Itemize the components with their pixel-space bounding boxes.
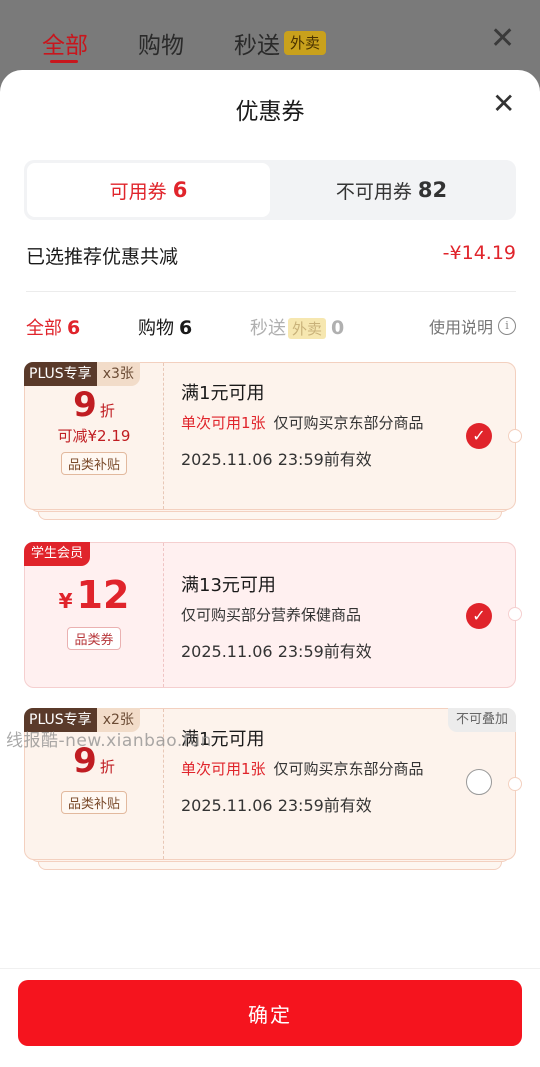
coupon-info: 满13元可用 仅可购买部分营养保健商品 2025.11.06 23:59前有效: [181, 571, 451, 662]
coupon-card[interactable]: PLUS专享 x3张 9折 可减¥2.19 品类补贴 满1元可用 单次可用1张仅…: [24, 362, 522, 510]
coupon-quantity-tag: x3张: [96, 362, 140, 386]
filter-shopping[interactable]: 购物 6: [138, 314, 192, 340]
filter-all-count: 6: [67, 317, 81, 339]
coupon-discount: 9折: [73, 385, 115, 425]
usage-label: 使用说明: [428, 318, 493, 337]
filter-all[interactable]: 全部 6: [26, 314, 80, 340]
coupon-condition: 满13元可用: [181, 575, 276, 596]
coupon-category-pill: 品类补贴: [60, 452, 127, 475]
divider: [26, 291, 516, 292]
coupon-desc: 单次可用1张 仅可购买京东部分商品: [181, 760, 424, 778]
coupon-tag: 学生会员: [24, 542, 91, 566]
discount-summary: 已选推荐优惠共减 -¥14.19: [26, 242, 516, 272]
coupon-divider: [163, 363, 164, 509]
close-icon[interactable]: ✕: [492, 90, 515, 118]
coupon-value-block: ¥12 品类券: [25, 573, 163, 650]
backdrop-tab-flash[interactable]: 秒送: [234, 26, 280, 60]
summary-label: 已选推荐优惠共减: [26, 246, 179, 268]
coupon-saving: 可减¥2.19: [57, 427, 131, 445]
filter-flash-label: 秒送: [250, 318, 286, 339]
coupon-filter-bar: 全部 6 购物 6 秒送 外卖 0 使用说明 i: [26, 314, 516, 342]
coupon-desc: 单次可用1张 仅可购买京东部分商品: [181, 414, 424, 432]
backdrop-tab-all[interactable]: 全部: [42, 26, 88, 60]
tab-available-count: 6: [172, 178, 188, 202]
coupon-card[interactable]: 学生会员 ¥12 品类券 满13元可用 仅可购买部分营养保健商品 2025.11…: [24, 542, 522, 688]
coupon-validity: 2025.11.06 23:59前有效: [181, 796, 372, 815]
coupon-value-block: 9折 品类补贴: [25, 741, 163, 814]
coupon-validity: 2025.11.06 23:59前有效: [181, 450, 372, 469]
coupon-amount: ¥12: [58, 573, 130, 617]
filter-flash-count: 0: [331, 317, 345, 339]
backdrop-tab-underline: [50, 60, 78, 63]
filter-takeout-badge: 外卖: [288, 318, 327, 339]
coupon-check-icon[interactable]: ✓: [466, 603, 492, 629]
plus-exclusive-tag: PLUS专享: [24, 362, 97, 386]
coupon-validity: 2025.11.06 23:59前有效: [181, 642, 372, 661]
coupon-notch: [508, 429, 522, 443]
coupon-info: 满1元可用 单次可用1张 仅可购买京东部分商品 2025.11.06 23:59前…: [181, 379, 451, 470]
coupon-notch: [508, 607, 522, 621]
tab-unavailable-label: 不可用券: [335, 180, 412, 203]
sheet-title: 优惠券: [235, 99, 305, 125]
student-member-tag: 学生会员: [24, 542, 91, 566]
usage-instructions-link[interactable]: 使用说明 i: [429, 314, 516, 338]
confirm-button[interactable]: 确定: [18, 980, 522, 1046]
summary-value: -¥14.19: [442, 242, 516, 264]
coupon-value-block: 9折 可减¥2.19 品类补贴: [25, 385, 163, 475]
coupon-condition: 满1元可用: [181, 729, 265, 750]
coupon-check-icon[interactable]: ✓: [466, 423, 492, 449]
coupon-segment-control: 可用券 6 不可用券 82: [24, 160, 516, 220]
no-stack-badge: 不可叠加: [447, 708, 516, 732]
backdrop-close-icon[interactable]: ✕: [490, 24, 515, 54]
coupon-divider: [163, 543, 164, 687]
coupon-desc: 仅可购买部分营养保健商品: [181, 606, 362, 624]
coupon-condition: 满1元可用: [181, 383, 265, 404]
tab-available-label: 可用券: [109, 180, 167, 203]
coupon-category-pill: 品类补贴: [60, 791, 127, 814]
backdrop-takeout-badge: 外卖: [284, 31, 327, 55]
coupon-notch: [508, 777, 522, 791]
watermark: 线报酷-new.xianbao.fun: [6, 731, 212, 751]
tab-available-coupons[interactable]: 可用券 6: [27, 163, 270, 217]
backdrop-tab-shopping[interactable]: 购物: [138, 26, 184, 60]
coupon-info: 满1元可用 单次可用1张 仅可购买京东部分商品 2025.11.06 23:59前…: [181, 725, 451, 816]
info-icon: i: [498, 317, 516, 335]
coupon-tag: PLUS专享 x3张: [24, 362, 140, 386]
coupon-category-pill: 品类券: [67, 627, 121, 650]
tab-unavailable-coupons[interactable]: 不可用券 82: [270, 163, 513, 217]
tab-unavailable-count: 82: [417, 178, 448, 202]
coupon-sheet: 优惠券 ✕ 可用券 6 不可用券 82 已选推荐优惠共减 -¥14.19 全部 6…: [0, 70, 540, 1067]
coupon-check-icon[interactable]: [466, 769, 492, 795]
filter-shopping-label: 购物: [138, 318, 174, 339]
filter-shopping-count: 6: [179, 317, 193, 339]
filter-flash[interactable]: 秒送 外卖 0: [250, 314, 344, 340]
filter-all-label: 全部: [26, 318, 62, 339]
